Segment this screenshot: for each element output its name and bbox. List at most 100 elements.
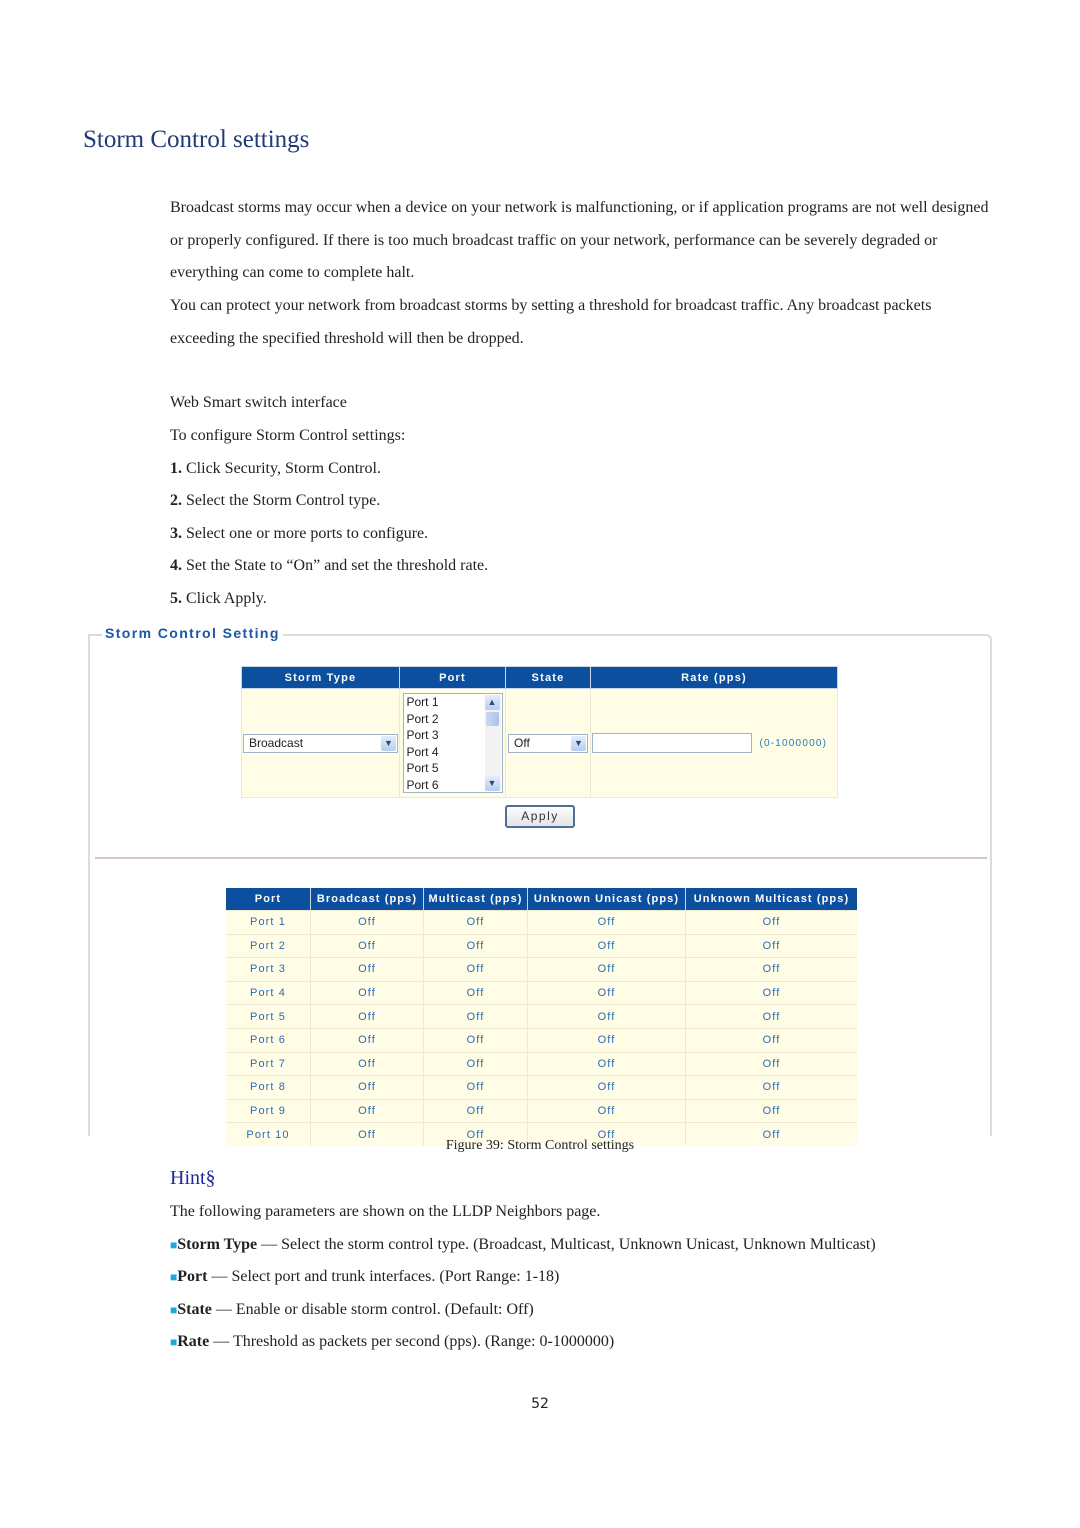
- port-cell: Port 5: [226, 1004, 311, 1029]
- section-divider: [95, 857, 987, 859]
- header-state: State: [505, 666, 591, 689]
- status-cell: Off: [423, 1004, 528, 1029]
- header-broadcast: Broadcast (pps): [310, 888, 424, 911]
- header-unknown-unicast: Unknown Unicast (pps): [527, 888, 686, 911]
- status-cell: Off: [685, 1004, 857, 1029]
- scrollbar-thumb[interactable]: [485, 712, 499, 726]
- status-cell: Off: [423, 1098, 528, 1123]
- page-number: 52: [531, 1396, 549, 1412]
- status-cell: Off: [423, 1027, 528, 1053]
- port-cell: Port 7: [226, 1051, 311, 1076]
- hint-desc: — Select the storm control type. (Broadc…: [257, 1236, 876, 1253]
- interface-label: Web Smart switch interface: [170, 394, 347, 411]
- hint-desc: — Threshold as packets per second (pps).…: [209, 1333, 615, 1350]
- status-cell: Off: [527, 957, 686, 982]
- figure-caption: Figure 39: Storm Control settings: [445, 1138, 635, 1153]
- step-text: Select the Storm Control type.: [182, 492, 381, 509]
- storm-type-value: Broadcast: [249, 735, 304, 750]
- hint-intro: The following parameters are shown on th…: [170, 1203, 601, 1220]
- hint-item-storm-type: ■Storm Type — Select the storm control t…: [170, 1236, 876, 1254]
- rate-range-hint: (0-1000000): [759, 737, 828, 749]
- status-cell: Off: [527, 1075, 686, 1100]
- chevron-down-icon[interactable]: ▼: [571, 735, 586, 751]
- port-cell: Port 4: [226, 980, 311, 1005]
- state-select[interactable]: Off ▼: [508, 733, 588, 753]
- status-cell: Off: [685, 957, 857, 982]
- port-cell: Port 9: [226, 1098, 311, 1123]
- status-cell: Off: [423, 910, 528, 935]
- status-cell: Off: [685, 933, 857, 958]
- status-row: Port 1 Off Off Off Off: [226, 910, 857, 935]
- header-storm-type: Storm Type: [241, 666, 400, 689]
- step-number: 2.: [170, 492, 182, 509]
- status-cell: Off: [310, 1051, 424, 1076]
- hint-title: Hint§: [170, 1167, 216, 1189]
- intro-paragraph-2: You can protect your network from broadc…: [170, 297, 932, 347]
- status-cell: Off: [527, 980, 686, 1005]
- status-cell: Off: [527, 933, 686, 958]
- status-table: Port Broadcast (pps) Multicast (pps) Unk…: [226, 888, 857, 1146]
- config-table: Storm Type Port State Rate (pps) Broadca…: [241, 666, 838, 798]
- intro-paragraph-1: Broadcast storms may occur when a device…: [170, 199, 989, 282]
- status-row: Port 4 Off Off Off Off: [226, 980, 857, 1005]
- status-cell: Off: [685, 910, 857, 935]
- status-row: Port 8 Off Off Off Off: [226, 1075, 857, 1100]
- status-row: Port 7 Off Off Off Off: [226, 1051, 857, 1076]
- status-cell: Off: [310, 1098, 424, 1123]
- header-rate: Rate (pps): [590, 666, 838, 689]
- status-cell: Off: [685, 1027, 857, 1053]
- status-row: Port 6 Off Off Off Off: [226, 1027, 857, 1053]
- port-cell: Port 3: [226, 957, 311, 982]
- port-listbox[interactable]: Port 1 Port 2 Port 3 Port 4 Port 5 Port …: [402, 693, 503, 793]
- status-cell: Off: [310, 980, 424, 1005]
- hint-item-state: ■State — Enable or disable storm control…: [170, 1301, 534, 1319]
- hint-term: Rate: [177, 1333, 210, 1350]
- status-cell: Off: [423, 933, 528, 958]
- step-text: Set the State to “On” and set the thresh…: [182, 557, 489, 574]
- hint-term: Storm Type: [177, 1236, 258, 1253]
- status-cell: Off: [685, 980, 857, 1005]
- header-port: Port: [226, 888, 311, 911]
- status-cell: Off: [423, 1051, 528, 1076]
- step-text: Click Apply.: [182, 590, 267, 607]
- hint-term: Port: [177, 1268, 208, 1285]
- header-unknown-multicast: Unknown Multicast (pps): [685, 888, 857, 911]
- rate-input[interactable]: [592, 733, 752, 753]
- status-row: Port 2 Off Off Off Off: [226, 933, 857, 958]
- status-cell: Off: [527, 910, 686, 935]
- step-number: 4.: [170, 557, 182, 574]
- step-text: Select one or more ports to configure.: [182, 525, 429, 542]
- hint-item-rate: ■Rate — Threshold as packets per second …: [170, 1333, 614, 1351]
- step-5: 5. Click Apply.: [170, 590, 267, 608]
- status-cell: Off: [685, 1075, 857, 1100]
- chevron-down-icon[interactable]: ▼: [381, 735, 396, 751]
- status-cell: Off: [310, 957, 424, 982]
- fieldset-legend: Storm Control Setting: [102, 625, 283, 641]
- step-2: 2. Select the Storm Control type.: [170, 492, 380, 510]
- status-row: Port 5 Off Off Off Off: [226, 1004, 857, 1029]
- storm-type-select[interactable]: Broadcast ▼: [243, 733, 398, 753]
- status-cell: Off: [310, 910, 424, 935]
- status-cell: Off: [310, 1027, 424, 1053]
- status-cell: Off: [527, 1098, 686, 1123]
- step-3: 3. Select one or more ports to configure…: [170, 525, 428, 543]
- chevron-up-icon[interactable]: ▲: [484, 695, 500, 710]
- port-cell: Port 8: [226, 1075, 311, 1100]
- hint-term: State: [177, 1301, 212, 1318]
- status-cell: Off: [527, 1027, 686, 1053]
- step-4: 4. Set the State to “On” and set the thr…: [170, 557, 488, 575]
- port-cell: Port 2: [226, 933, 311, 958]
- status-row: Port 3 Off Off Off Off: [226, 957, 857, 982]
- step-number: 1.: [170, 460, 182, 477]
- port-listbox-scrollbar[interactable]: ▲ ▼: [484, 695, 501, 791]
- status-cell: Off: [527, 1051, 686, 1076]
- apply-button[interactable]: Apply: [505, 805, 575, 828]
- status-row: Port 9 Off Off Off Off: [226, 1098, 857, 1123]
- status-cell: Off: [310, 1075, 424, 1100]
- step-number: 5.: [170, 590, 182, 607]
- chevron-down-icon[interactable]: ▼: [484, 776, 500, 791]
- status-cell: Off: [310, 933, 424, 958]
- hint-desc: — Enable or disable storm control. (Defa…: [211, 1301, 534, 1318]
- step-number: 3.: [170, 525, 182, 542]
- header-multicast: Multicast (pps): [423, 888, 528, 911]
